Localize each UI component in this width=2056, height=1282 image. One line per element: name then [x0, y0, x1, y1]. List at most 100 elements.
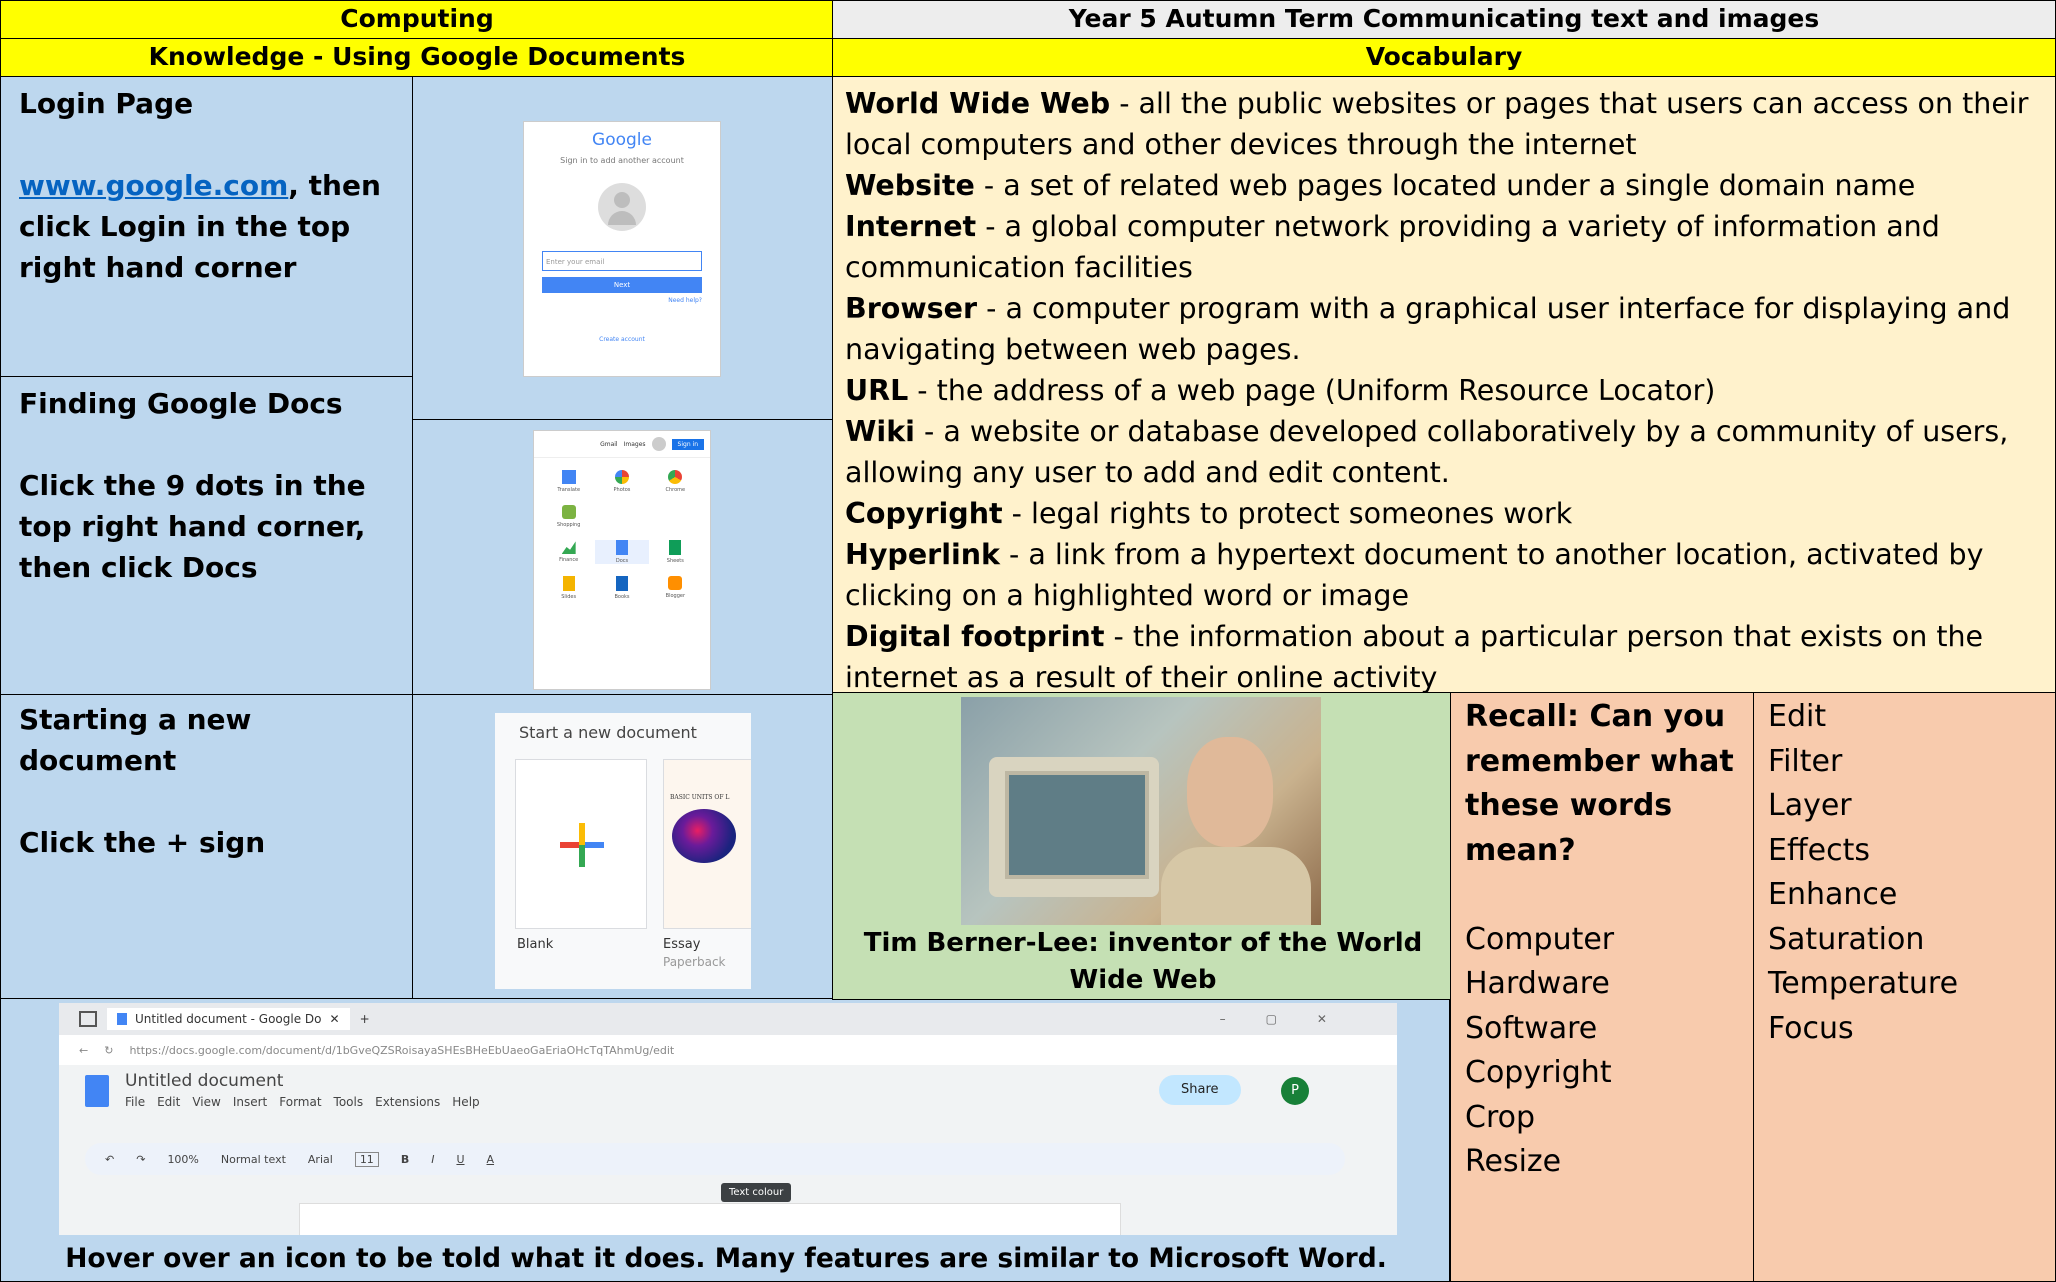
- bold-icon[interactable]: B: [401, 1153, 409, 1166]
- need-help-link[interactable]: Need help?: [542, 297, 702, 304]
- slides-app[interactable]: Slides: [542, 576, 595, 600]
- blank-template[interactable]: [515, 759, 647, 929]
- address-bar[interactable]: https://docs.google.com/document/d/1bGve…: [129, 1044, 674, 1057]
- vocab-item: Copyright - legal rights to protect some…: [845, 497, 1573, 530]
- docs-favicon-icon: [117, 1013, 127, 1025]
- text-colour-tooltip: Text colour: [721, 1183, 792, 1202]
- vocab-item: Website - a set of related web pages loc…: [845, 169, 1916, 202]
- share-button[interactable]: Share: [1159, 1075, 1241, 1105]
- images-link[interactable]: Images: [624, 441, 646, 448]
- window-controls[interactable]: –▢✕: [1220, 1012, 1367, 1026]
- email-field[interactable]: Enter your email: [542, 251, 702, 271]
- login-knowledge-cell: Login Page www.google.com, then click Lo…: [0, 76, 414, 378]
- new-doc-cell: Starting a new document Click the + sign: [0, 694, 414, 1000]
- finding-docs-cell: Finding Google Docs Click the 9 dots in …: [0, 376, 414, 696]
- zoom-select[interactable]: 100%: [167, 1153, 198, 1166]
- gmail-link[interactable]: Gmail: [600, 441, 618, 448]
- italic-icon[interactable]: I: [431, 1153, 434, 1166]
- back-icon[interactable]: ←: [79, 1044, 88, 1057]
- photos-app[interactable]: Photos: [595, 470, 648, 493]
- computing-header: Computing: [0, 0, 834, 40]
- sheets-app[interactable]: Sheets: [649, 540, 702, 564]
- finance-app[interactable]: Finance: [542, 540, 595, 564]
- new-doc-image-cell: Start a new document Blank BASIC UNITS O…: [412, 694, 834, 1000]
- apps-screenshot: Gmail Images Sign in Translate Photos Ch…: [533, 430, 711, 690]
- recall-word: Layer: [1768, 788, 1852, 823]
- recall-word: Focus: [1768, 1010, 1854, 1046]
- apps-image-cell: Gmail Images Sign in Translate Photos Ch…: [412, 419, 834, 696]
- text-colour-icon[interactable]: A: [487, 1153, 495, 1166]
- blogger-app[interactable]: Blogger: [649, 576, 702, 600]
- menu-file[interactable]: File: [125, 1095, 145, 1109]
- recall-word: Saturation: [1768, 921, 1925, 957]
- create-account-link[interactable]: Create account: [524, 336, 720, 343]
- photo-caption: Tim Berner-Lee: inventor of the World Wi…: [863, 928, 1423, 995]
- docs-app[interactable]: Docs: [595, 540, 649, 564]
- recall-words-cell: Edit Filter Layer Effects Enhance Satura…: [1753, 692, 2056, 1282]
- close-tab-icon[interactable]: ✕: [330, 1012, 340, 1026]
- menu-extensions[interactable]: Extensions: [375, 1095, 440, 1109]
- hover-caption: Hover over an icon to be told what it do…: [65, 1243, 1387, 1274]
- docs-icon: [615, 540, 628, 555]
- menu-format[interactable]: Format: [279, 1095, 321, 1109]
- refresh-icon[interactable]: ↻: [104, 1044, 113, 1057]
- next-button[interactable]: Next: [542, 277, 702, 293]
- books-app[interactable]: Books: [595, 576, 648, 600]
- recall-word: Effects: [1768, 832, 1870, 868]
- recall-word: Enhance: [1768, 877, 1898, 912]
- document-page[interactable]: [299, 1203, 1121, 1235]
- recall-word: Resize: [1465, 1144, 1562, 1179]
- start-new-doc-title: Start a new document: [519, 723, 697, 742]
- menu-edit[interactable]: Edit: [157, 1095, 180, 1109]
- recall-word: Copyright: [1465, 1055, 1612, 1090]
- recall-word: Temperature: [1768, 966, 1959, 1001]
- essay-label: Essay: [663, 937, 701, 952]
- finance-icon: [561, 541, 576, 554]
- style-select[interactable]: Normal text: [221, 1153, 286, 1166]
- menu-insert[interactable]: Insert: [233, 1095, 267, 1109]
- vocab-item: URL - the address of a web page (Uniform…: [845, 374, 1716, 407]
- google-link[interactable]: www.google.com: [19, 169, 288, 202]
- google-logo: Google: [592, 130, 652, 150]
- translate-app[interactable]: Translate: [542, 470, 595, 493]
- tab-actions-icon[interactable]: [79, 1011, 97, 1027]
- redo-icon[interactable]: ↷: [136, 1153, 145, 1166]
- underline-icon[interactable]: U: [456, 1153, 464, 1166]
- vocab-item: Hyperlink - a link from a hypertext docu…: [845, 538, 1984, 612]
- menu-help[interactable]: Help: [452, 1095, 479, 1109]
- essay-template[interactable]: BASIC UNITS OF L: [663, 759, 751, 929]
- recall-word: Hardware: [1465, 966, 1610, 1001]
- shopping-app[interactable]: Shopping: [542, 505, 595, 528]
- term-header: Year 5 Autumn Term Communicating text an…: [832, 0, 2056, 40]
- translate-icon: [561, 470, 576, 484]
- docs-logo-icon[interactable]: [85, 1075, 109, 1107]
- login-screenshot: Google Sign in to add another account En…: [523, 121, 721, 377]
- font-select[interactable]: Arial: [308, 1153, 333, 1166]
- sign-in-button[interactable]: Sign in: [671, 438, 704, 450]
- menu-tools[interactable]: Tools: [334, 1095, 364, 1109]
- doc-title[interactable]: Untitled document: [125, 1071, 283, 1091]
- undo-icon[interactable]: ↶: [105, 1153, 114, 1166]
- new-tab-icon[interactable]: +: [360, 1012, 370, 1026]
- recall-word: Filter: [1768, 743, 1843, 779]
- vocab-item: Wiki - a website or database developed c…: [845, 415, 2009, 489]
- photo-cell: Tim Berner-Lee: inventor of the World Wi…: [832, 692, 1452, 1000]
- finding-instructions: Click the 9 dots in the top right hand c…: [19, 469, 366, 584]
- knowledge-header: Knowledge - Using Google Documents: [0, 38, 834, 78]
- blogger-icon: [668, 576, 683, 590]
- books-icon: [615, 576, 628, 591]
- login-after-link: , then: [288, 169, 381, 202]
- user-avatar[interactable]: P: [1281, 1077, 1309, 1105]
- docs-screenshot-cell: Untitled document - Google Do ✕ + –▢✕ ← …: [0, 998, 1450, 1282]
- font-size-input[interactable]: 11: [354, 1151, 379, 1167]
- new-doc-instructions: Click the + sign: [19, 826, 266, 859]
- menu-view[interactable]: View: [192, 1095, 220, 1109]
- new-doc-screenshot: Start a new document Blank BASIC UNITS O…: [495, 713, 751, 989]
- recall-word: Edit: [1768, 699, 1827, 734]
- vocabulary-header: Vocabulary: [832, 38, 2056, 78]
- apps-grid-icon[interactable]: [651, 437, 666, 451]
- slides-icon: [562, 576, 575, 591]
- browser-tab[interactable]: Untitled document - Google Do ✕: [107, 1008, 350, 1030]
- chrome-app[interactable]: Chrome: [649, 470, 702, 493]
- shopping-icon: [561, 505, 576, 519]
